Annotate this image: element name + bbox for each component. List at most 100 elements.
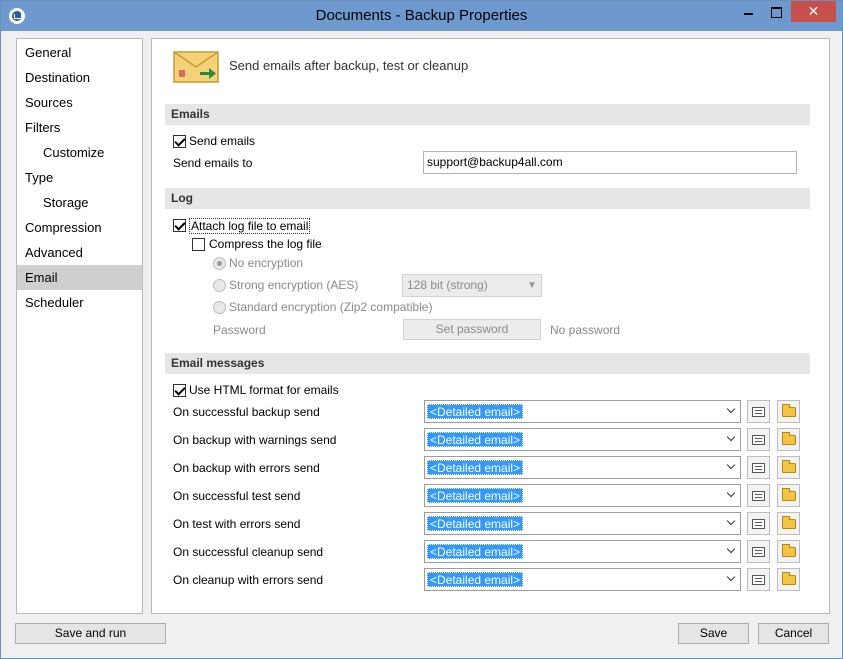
selected-template: <Detailed email> [427, 404, 524, 419]
on-test-errors-label: On test with errors send [173, 517, 301, 531]
edit-icon [752, 463, 765, 473]
selected-template: <Detailed email> [427, 460, 524, 475]
attach-log-checkbox[interactable] [173, 219, 186, 232]
title-bar[interactable]: Documents - Backup Properties ✕ [1, 1, 842, 31]
nav-item-customize[interactable]: Customize [17, 140, 142, 165]
standard-encryption-radio[interactable] [213, 301, 226, 314]
edit-template-button[interactable] [747, 456, 770, 479]
on-cleanup-errors-label: On cleanup with errors send [173, 573, 324, 587]
log-section-header: Log [165, 188, 810, 209]
browse-template-button[interactable] [777, 456, 800, 479]
nav-item-filters[interactable]: Filters [17, 115, 142, 140]
folder-icon [782, 516, 796, 529]
folder-icon [782, 488, 796, 501]
chevron-down-icon [727, 433, 737, 443]
no-encryption-label: No encryption [229, 256, 304, 270]
selected-template: <Detailed email> [427, 432, 524, 447]
chevron-down-icon [727, 517, 737, 527]
selected-template: <Detailed email> [427, 488, 524, 503]
send-emails-checkbox[interactable] [173, 135, 186, 148]
edit-icon [752, 491, 765, 501]
send-emails-to-label: Send emails to [173, 156, 253, 170]
selected-template: <Detailed email> [427, 572, 524, 587]
cancel-button[interactable]: Cancel [758, 623, 829, 644]
nav-item-destination[interactable]: Destination [17, 65, 142, 90]
browse-template-button[interactable] [777, 568, 800, 591]
edit-icon [752, 407, 765, 417]
on-test-errors-select[interactable]: <Detailed email> [424, 512, 741, 535]
edit-icon [752, 547, 765, 557]
selected-template: <Detailed email> [427, 516, 524, 531]
edit-icon [752, 435, 765, 445]
settings-nav: General Destination Sources Filters Cust… [16, 38, 143, 614]
edit-template-button[interactable] [747, 428, 770, 451]
aes-strength-select[interactable]: 128 bit (strong) ▼ [402, 274, 542, 297]
on-backup-warnings-select[interactable]: <Detailed email> [424, 428, 741, 451]
nav-item-storage[interactable]: Storage [17, 190, 142, 215]
edit-icon [752, 519, 765, 529]
attach-log-label[interactable]: Attach log file to email [189, 218, 311, 234]
set-password-button[interactable]: Set password [403, 319, 541, 340]
no-encryption-radio[interactable] [213, 257, 226, 270]
html-format-label[interactable]: Use HTML format for emails [189, 383, 339, 397]
on-successful-test-select[interactable]: <Detailed email> [424, 484, 741, 507]
edit-icon [752, 575, 765, 585]
email-messages-section-header: Email messages [165, 353, 810, 374]
chevron-down-icon [727, 489, 737, 499]
email-settings-panel: Send emails after backup, test or cleanu… [151, 38, 830, 614]
folder-icon [782, 404, 796, 417]
chevron-down-icon [727, 573, 737, 583]
compress-log-label[interactable]: Compress the log file [209, 237, 322, 251]
edit-template-button[interactable] [747, 540, 770, 563]
chevron-down-icon [727, 545, 737, 555]
password-label: Password [213, 323, 266, 337]
edit-template-button[interactable] [747, 400, 770, 423]
chevron-down-icon [727, 461, 737, 471]
on-successful-cleanup-select[interactable]: <Detailed email> [424, 540, 741, 563]
panel-header-text: Send emails after backup, test or cleanu… [229, 58, 469, 73]
on-successful-backup-select[interactable]: <Detailed email> [424, 400, 741, 423]
window-title: Documents - Backup Properties [315, 7, 528, 24]
nav-item-type[interactable]: Type [17, 165, 142, 190]
on-backup-errors-select[interactable]: <Detailed email> [424, 456, 741, 479]
on-backup-warnings-label: On backup with warnings send [173, 433, 337, 447]
folder-icon [782, 460, 796, 473]
browse-template-button[interactable] [777, 540, 800, 563]
folder-icon [782, 544, 796, 557]
on-backup-errors-label: On backup with errors send [173, 461, 320, 475]
close-button[interactable]: ✕ [791, 1, 836, 22]
edit-template-button[interactable] [747, 484, 770, 507]
password-status: No password [550, 323, 621, 337]
edit-template-button[interactable] [747, 568, 770, 591]
strong-encryption-radio[interactable] [213, 279, 226, 292]
nav-item-email[interactable]: Email [17, 265, 142, 290]
aes-strength-value: 128 bit (strong) [407, 278, 488, 292]
nav-item-advanced[interactable]: Advanced [17, 240, 142, 265]
emails-section-header: Emails [165, 104, 810, 125]
html-format-checkbox[interactable] [173, 384, 186, 397]
browse-template-button[interactable] [777, 512, 800, 535]
send-emails-to-input[interactable]: support@backup4all.com [423, 151, 797, 174]
minimize-button[interactable] [735, 1, 761, 22]
nav-item-sources[interactable]: Sources [17, 90, 142, 115]
on-cleanup-errors-select[interactable]: <Detailed email> [424, 568, 741, 591]
nav-item-compression[interactable]: Compression [17, 215, 142, 240]
browse-template-button[interactable] [777, 484, 800, 507]
backup-properties-window: Documents - Backup Properties ✕ General … [0, 0, 843, 659]
send-emails-label[interactable]: Send emails [189, 134, 255, 148]
browse-template-button[interactable] [777, 400, 800, 423]
nav-item-scheduler[interactable]: Scheduler [17, 290, 142, 315]
chevron-down-icon [727, 405, 737, 415]
save-button[interactable]: Save [678, 623, 749, 644]
maximize-button[interactable] [763, 1, 789, 22]
on-successful-test-label: On successful test send [173, 489, 301, 503]
folder-icon [782, 432, 796, 445]
strong-encryption-label: Strong encryption (AES) [229, 278, 359, 292]
chevron-down-icon: ▼ [527, 280, 537, 291]
compress-log-checkbox[interactable] [192, 238, 205, 251]
nav-item-general[interactable]: General [17, 40, 142, 65]
browse-template-button[interactable] [777, 428, 800, 451]
email-envelope-icon [173, 51, 219, 83]
edit-template-button[interactable] [747, 512, 770, 535]
save-and-run-button[interactable]: Save and run [15, 623, 166, 644]
